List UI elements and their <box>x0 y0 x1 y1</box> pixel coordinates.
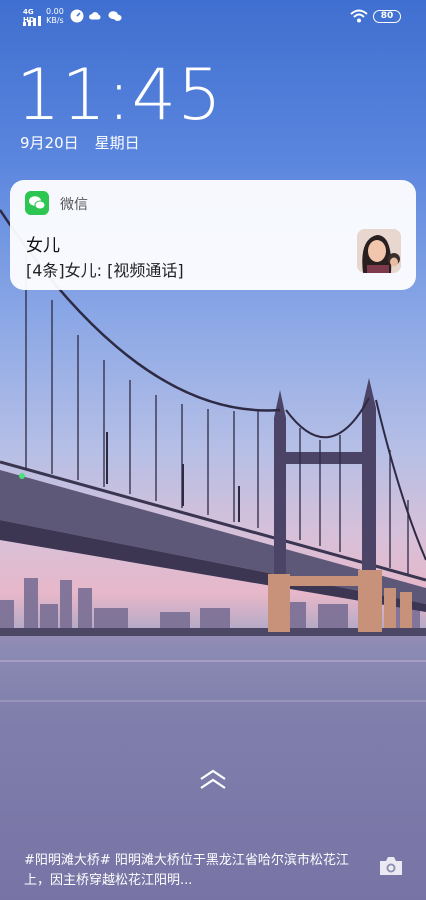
wechat-app-icon <box>25 191 49 215</box>
notification-message: [4条]女儿: [视频通话] <box>26 261 184 280</box>
lock-weekday: 星期日 <box>94 134 140 152</box>
battery-level: 80 <box>380 11 394 21</box>
camera-icon[interactable] <box>378 855 404 877</box>
wechat-status-icon <box>108 11 122 21</box>
lock-clock: 11:45 <box>16 54 223 136</box>
weather-icon <box>89 12 101 20</box>
wifi-icon <box>350 9 368 23</box>
wechat-notification-card[interactable]: 微信 女儿 [4条]女儿: [视频通话] <box>10 180 416 290</box>
notification-app-name: 微信 <box>60 197 88 213</box>
speed-value: 0.00 <box>46 7 64 16</box>
notification-sender: 女儿 <box>26 236 60 256</box>
lock-screen: 4G HD 0.00 KB/s 80 11:45 9月20日 星期日 <box>0 0 426 900</box>
signal-icon: 4G HD <box>23 8 45 26</box>
speed-icon <box>70 9 84 23</box>
network-speed: 0.00 KB/s <box>46 7 64 25</box>
status-bar: 4G HD 0.00 KB/s 80 <box>0 0 426 34</box>
battery-icon: 80 <box>373 10 401 23</box>
wallpaper-caption[interactable]: #阳明滩大桥# 阳明滩大桥位于黑龙江省哈尔滨市松花江上，因主桥穿越松花江阳明..… <box>24 851 364 891</box>
lock-date: 9月20日 <box>20 134 79 152</box>
lock-date-row: 9月20日 星期日 <box>20 132 140 153</box>
contact-avatar <box>357 229 401 273</box>
swipe-up-chevron-icon[interactable] <box>198 768 228 794</box>
speed-unit: KB/s <box>46 16 64 25</box>
